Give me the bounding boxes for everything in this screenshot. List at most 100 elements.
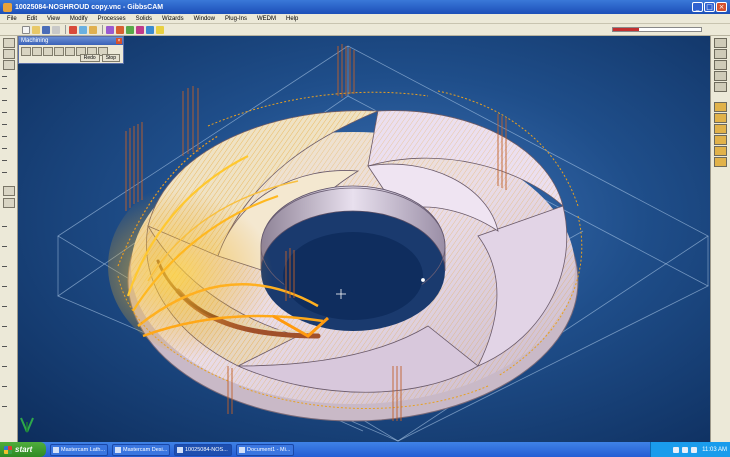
window-title: 10025084-NOSHROUD copy.vnc - GibbsCAM xyxy=(15,3,164,11)
word-app-icon xyxy=(239,446,245,453)
view-top-icon[interactable] xyxy=(714,38,727,48)
view-front-icon[interactable] xyxy=(714,49,727,59)
right-view-palette xyxy=(710,36,730,442)
paste-icon[interactable] xyxy=(89,25,97,34)
close-button[interactable]: × xyxy=(716,2,727,12)
ruler-tick xyxy=(2,160,7,161)
machining-palette-title: Machining xyxy=(21,38,49,44)
text-tool-icon[interactable] xyxy=(3,198,15,208)
fixture-display-icon[interactable] xyxy=(714,157,727,167)
toolbar-separator xyxy=(102,25,103,34)
mastercam-app-icon xyxy=(115,446,121,453)
title-bar: 10025084-NOSHROUD copy.vnc - GibbsCAM _ … xyxy=(0,0,730,14)
impeller-toolpath-render xyxy=(57,44,709,442)
wireframe-mode-icon[interactable] xyxy=(714,124,727,134)
shaded-mode-icon[interactable] xyxy=(714,113,727,123)
menu-plug-ins[interactable]: Plug-Ins xyxy=(220,16,252,22)
print-icon[interactable] xyxy=(52,25,60,34)
task-label: Mastercam Desi... xyxy=(123,446,168,453)
menu-edit[interactable]: Edit xyxy=(22,16,42,22)
menu-wizards[interactable]: Wizards xyxy=(157,16,189,22)
main-toolbar xyxy=(0,24,730,36)
render-mode-icon[interactable] xyxy=(714,102,727,112)
ruler-tick xyxy=(2,326,7,327)
menu-wedm[interactable]: WEDM xyxy=(252,16,281,22)
zoom-icon[interactable] xyxy=(146,25,154,34)
menu-file[interactable]: File xyxy=(2,16,22,22)
ruler-tick xyxy=(2,286,7,287)
material-icon[interactable] xyxy=(65,47,75,56)
taskbar-item-gibbscam[interactable]: 10025084-NOS... xyxy=(174,443,232,456)
operation-icon[interactable] xyxy=(43,47,53,56)
geometry-tool-icon[interactable] xyxy=(3,38,15,48)
simulation-speed-slider[interactable] xyxy=(612,27,702,32)
view-right-icon[interactable] xyxy=(714,60,727,70)
ruler-tick xyxy=(2,406,7,407)
stop-button[interactable]: Stop xyxy=(101,54,120,62)
menu-processes[interactable]: Processes xyxy=(93,16,131,22)
maximize-button[interactable]: □ xyxy=(704,2,715,12)
taskbar-item-mastercam-lathe[interactable]: Mastercam Lath... xyxy=(50,443,108,456)
ruler-tick xyxy=(2,226,7,227)
menu-modify[interactable]: Modify xyxy=(65,16,93,22)
gibbscam-app-icon xyxy=(3,2,12,12)
redo-icon[interactable] xyxy=(116,25,124,34)
highlight-icon[interactable] xyxy=(156,25,164,34)
menu-help[interactable]: Help xyxy=(281,16,303,22)
security-icon[interactable] xyxy=(691,446,698,453)
menu-view[interactable]: View xyxy=(42,16,65,22)
machining-palette-header[interactable]: Machining × xyxy=(19,37,123,45)
toolpath-display-icon[interactable] xyxy=(714,135,727,145)
view-iso-icon[interactable] xyxy=(714,71,727,81)
view-zoom-icon[interactable] xyxy=(714,82,727,92)
open-folder-icon[interactable] xyxy=(32,25,40,34)
tool-list-icon[interactable] xyxy=(21,47,31,56)
taskbar-item-word-document[interactable]: Document1 - Mi... xyxy=(236,443,294,456)
copy-icon[interactable] xyxy=(79,25,87,34)
redo-button[interactable]: Redo xyxy=(79,54,100,62)
close-icon[interactable]: × xyxy=(116,38,122,44)
ruler-tick xyxy=(2,124,7,125)
toolpath-icon[interactable] xyxy=(54,47,64,56)
shading-icon[interactable] xyxy=(136,25,144,34)
menu-solids[interactable]: Solids xyxy=(131,16,157,22)
toolbar-separator xyxy=(65,25,66,34)
system-tray: 11:03 AM xyxy=(650,442,730,457)
ruler-tick xyxy=(2,100,7,101)
windows-taskbar: start Mastercam Lath... Mastercam Desi..… xyxy=(0,442,730,457)
stock-display-icon[interactable] xyxy=(714,146,727,156)
task-label: Mastercam Lath... xyxy=(61,446,106,453)
ruler-tick xyxy=(2,148,7,149)
volume-icon[interactable] xyxy=(682,446,689,453)
ruler-tick xyxy=(2,172,7,173)
ruler-tick xyxy=(2,112,7,113)
ruler-tick xyxy=(2,136,7,137)
ruler-tick xyxy=(2,246,7,247)
minimize-button[interactable]: _ xyxy=(692,2,703,12)
cut-icon[interactable] xyxy=(69,25,77,34)
start-button[interactable]: start xyxy=(0,442,46,457)
dimension-tool-icon[interactable] xyxy=(3,186,15,196)
left-tool-palette xyxy=(0,36,18,442)
axis-triad-icon xyxy=(20,417,34,433)
slider-fill xyxy=(613,28,640,31)
solid-tool-icon[interactable] xyxy=(3,60,15,70)
machining-palette[interactable]: Machining × Redo Stop xyxy=(18,36,124,64)
new-file-icon[interactable] xyxy=(22,25,30,34)
gibbscam-app-icon xyxy=(177,446,183,453)
ruler-tick xyxy=(2,266,7,267)
taskbar-item-mastercam-design[interactable]: Mastercam Desi... xyxy=(112,443,170,456)
tray-clock[interactable]: 11:03 AM xyxy=(702,447,727,453)
machining-palette-buttons: Redo Stop xyxy=(78,54,120,62)
task-label: Document1 - Mi... xyxy=(247,446,291,453)
start-label: start xyxy=(15,445,33,454)
undo-icon[interactable] xyxy=(106,25,114,34)
network-icon[interactable] xyxy=(673,446,680,453)
save-icon[interactable] xyxy=(42,25,50,34)
render-icon[interactable] xyxy=(126,25,134,34)
curve-tool-icon[interactable] xyxy=(3,49,15,59)
process-icon[interactable] xyxy=(32,47,42,56)
mastercam-app-icon xyxy=(53,446,59,453)
menu-window[interactable]: Window xyxy=(189,16,220,22)
cad-3d-viewport[interactable] xyxy=(18,36,710,442)
